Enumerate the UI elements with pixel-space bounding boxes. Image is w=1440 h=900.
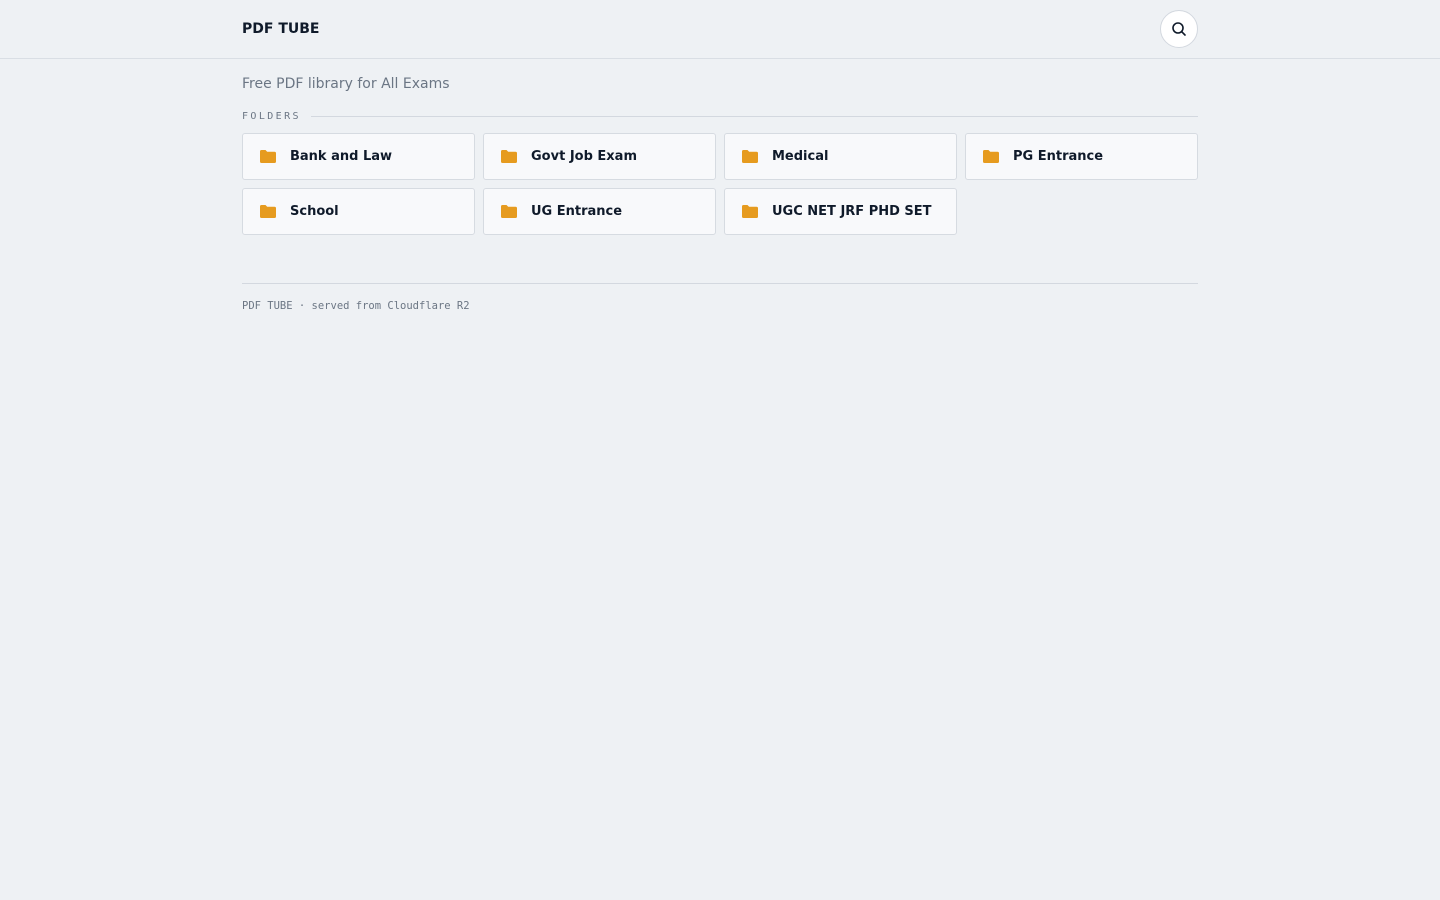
- top-bar-inner: PDF TUBE: [242, 0, 1198, 58]
- folder-item-medical[interactable]: Medical: [724, 133, 957, 180]
- folder-icon: [260, 205, 276, 218]
- folder-icon: [501, 150, 517, 163]
- folder-item-govt-job-exam[interactable]: Govt Job Exam: [483, 133, 716, 180]
- footer-text: PDF TUBE · served from Cloudflare R2: [242, 300, 470, 312]
- folder-label: School: [290, 204, 339, 219]
- folder-icon: [983, 150, 999, 163]
- folder-label: UG Entrance: [531, 204, 623, 219]
- folder-item-pg-entrance[interactable]: PG Entrance: [965, 133, 1198, 180]
- main-content: Free PDF library for All Exams FOLDERS B…: [242, 59, 1198, 312]
- folder-label: UGC NET JRF PHD SET: [772, 204, 932, 219]
- folders-section-label: FOLDERS: [242, 110, 301, 122]
- folder-item-ug-entrance[interactable]: UG Entrance: [483, 188, 716, 235]
- search-button[interactable]: [1160, 10, 1198, 48]
- page-tagline: Free PDF library for All Exams: [242, 76, 450, 92]
- section-divider: [310, 115, 1198, 117]
- folder-item-ugc-net-jrf-phd-set[interactable]: UGC NET JRF PHD SET: [724, 188, 957, 235]
- folder-label: Medical: [772, 149, 829, 164]
- footer-divider: [242, 283, 1198, 284]
- folders-section-header: FOLDERS: [242, 110, 1198, 122]
- folder-icon: [742, 205, 758, 218]
- folder-label: PG Entrance: [1013, 149, 1104, 164]
- brand-logo-link[interactable]: PDF TUBE: [242, 21, 319, 37]
- folder-icon: [742, 150, 758, 163]
- search-icon: [1172, 22, 1186, 36]
- folder-item-school[interactable]: School: [242, 188, 475, 235]
- folder-icon: [260, 150, 276, 163]
- folder-icon: [501, 205, 517, 218]
- folder-label: Govt Job Exam: [531, 149, 637, 164]
- folder-grid: Bank and Law Govt Job Exam Medical PG En…: [242, 133, 1198, 235]
- folder-item-bank-and-law[interactable]: Bank and Law: [242, 133, 475, 180]
- folder-label: Bank and Law: [290, 149, 393, 164]
- top-bar: PDF TUBE: [0, 0, 1440, 59]
